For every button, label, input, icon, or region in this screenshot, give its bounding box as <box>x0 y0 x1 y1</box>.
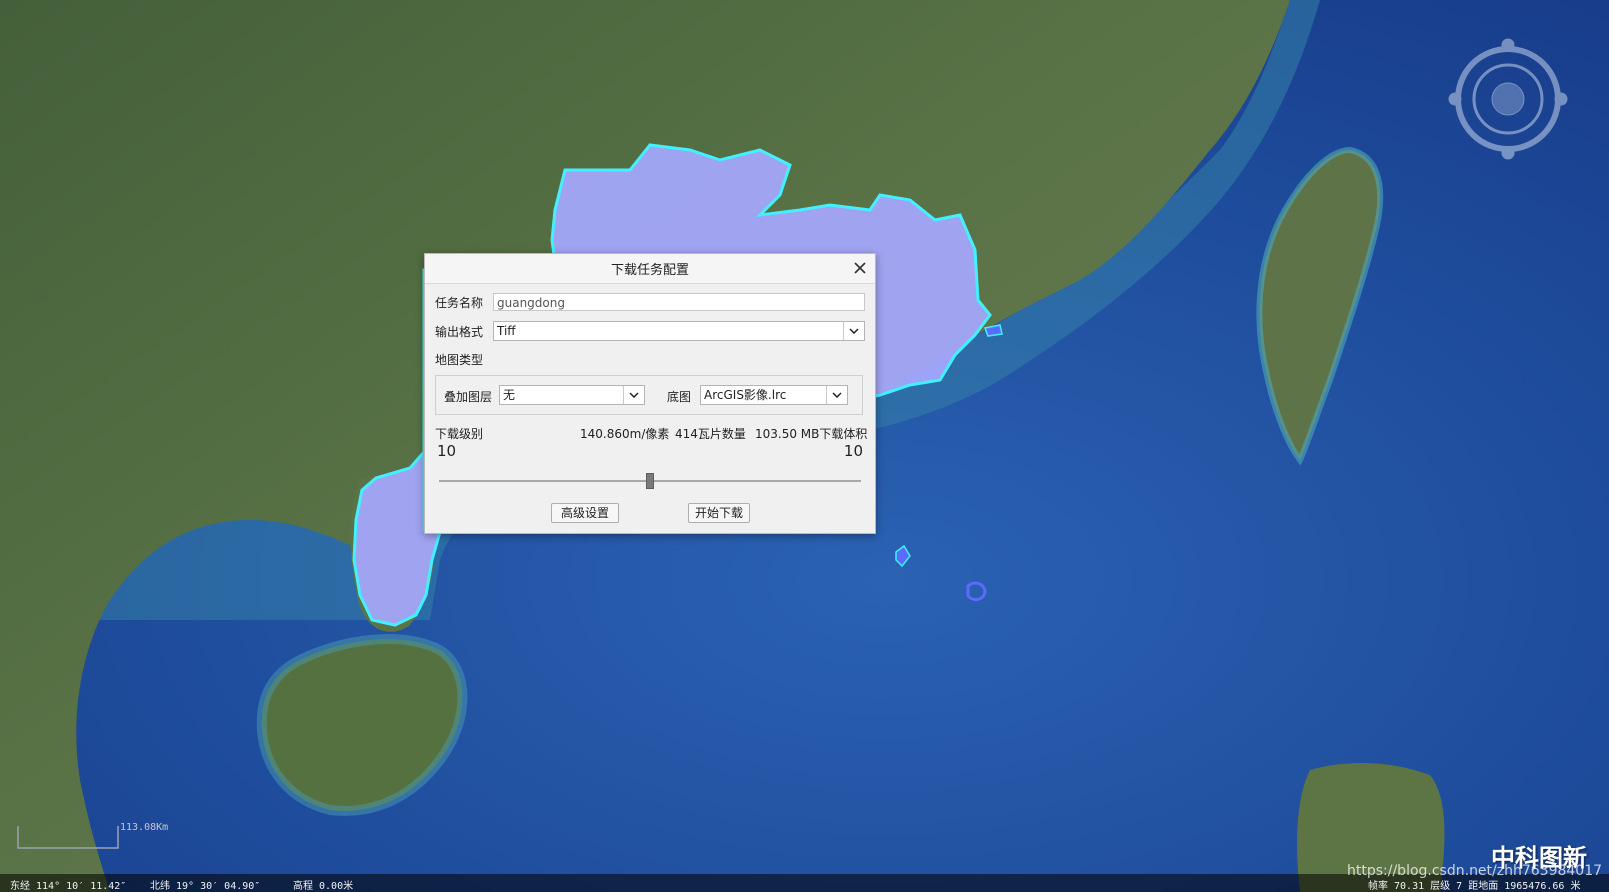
dialog-title: 下载任务配置 <box>610 263 689 278</box>
basemap-label: 底图 <box>667 390 692 404</box>
output-format-row: 输出格式 Tiff <box>435 321 865 341</box>
chevron-down-icon[interactable] <box>843 322 864 340</box>
altitude-readout: 高程 0.00米 <box>293 881 354 892</box>
task-name-label: 任务名称 <box>435 295 484 310</box>
output-format-value: Tiff <box>497 324 516 338</box>
watermark-text: https://blog.csdn.net/zhh763984017 <box>1347 863 1603 879</box>
close-button[interactable] <box>851 259 869 277</box>
map-type-label: 地图类型 <box>435 353 484 367</box>
output-format-select[interactable]: Tiff <box>493 321 865 341</box>
tile-count-value: 414瓦片数量 <box>675 427 746 441</box>
overlay-label: 叠加图层 <box>444 390 493 404</box>
volume-value: 103.50 MB下载体积 <box>755 427 868 441</box>
overlay-select[interactable]: 无 <box>499 385 645 405</box>
level-slider-thumb[interactable] <box>646 473 654 489</box>
dialog-title-bar[interactable]: 下载任务配置 <box>425 254 875 284</box>
download-level-label: 下载级别 <box>435 427 484 441</box>
advanced-settings-button[interactable]: 高级设置 <box>551 503 619 523</box>
start-download-button[interactable]: 开始下载 <box>688 503 750 523</box>
download-task-dialog: 下载任务配置 任务名称 guangdong 输出格式 Tiff 地图类型 叠加图… <box>424 253 876 534</box>
level-max-value: 10 <box>843 442 863 460</box>
resolution-value: 140.860m/像素 <box>580 427 670 441</box>
close-icon <box>854 262 866 274</box>
map-type-row: 地图类型 <box>435 351 483 368</box>
basemap-value: ArcGIS影像.lrc <box>704 388 787 402</box>
map-type-group: 叠加图层 无 底图 ArcGIS影像.lrc <box>435 375 863 415</box>
task-name-row: 任务名称 guangdong <box>435 293 865 311</box>
longitude-readout: 东经 114° 10′ 11.42″ <box>10 881 127 892</box>
chevron-down-icon[interactable] <box>623 386 644 404</box>
latitude-readout: 北纬 19° 30′ 04.90″ <box>150 881 261 892</box>
view-info-readout: 帧率 70.31 层级 7 距地面 1965476.66 米 <box>1368 881 1581 892</box>
chevron-down-icon[interactable] <box>826 386 847 404</box>
level-min-value: 10 <box>437 442 457 460</box>
scale-label: 113.08Km <box>120 822 169 833</box>
basemap-select[interactable]: ArcGIS影像.lrc <box>700 385 848 405</box>
overlay-value: 无 <box>503 388 516 402</box>
output-format-label: 输出格式 <box>435 324 484 339</box>
task-name-input[interactable]: guangdong <box>493 293 865 311</box>
